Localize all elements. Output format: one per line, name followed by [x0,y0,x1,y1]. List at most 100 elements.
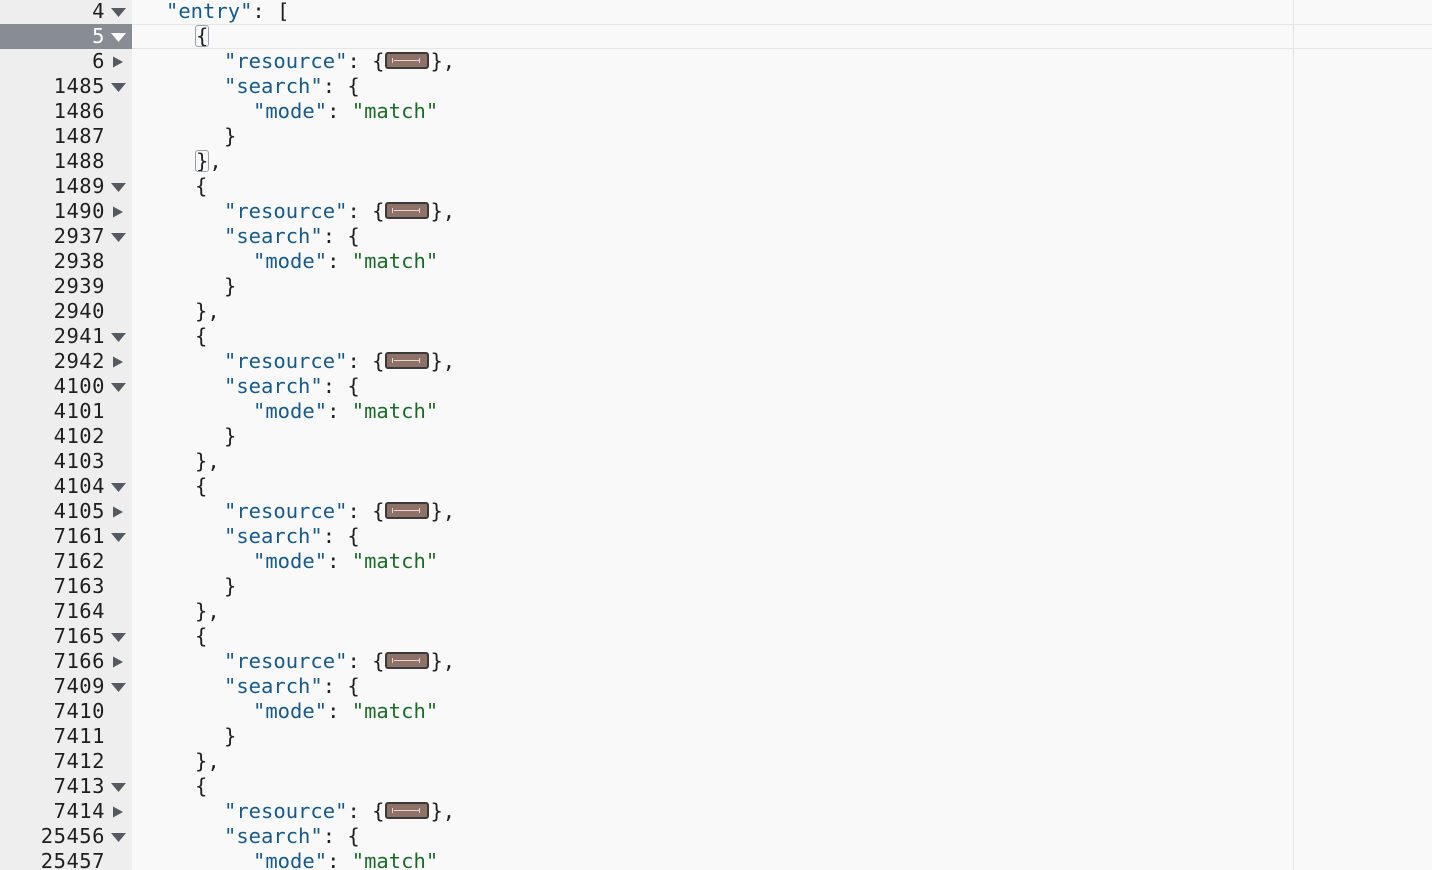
line-number-cell[interactable]: 7164 [0,599,132,624]
triangle-right-icon[interactable] [110,206,127,218]
code-line[interactable]: 7413 { [0,774,1432,799]
triangle-right-icon[interactable] [110,56,127,68]
line-number-cell[interactable]: 6 [0,49,132,74]
code-line[interactable]: 7411} [0,724,1432,749]
code-line[interactable]: 4101 "mode": "match" [0,399,1432,424]
ellipsis-badge-icon[interactable] [385,351,430,369]
line-number-cell[interactable]: 7161 [0,524,132,549]
line-number-cell[interactable]: 1488 [0,149,132,174]
code-line[interactable]: 7163} [0,574,1432,599]
line-number-cell[interactable]: 25456 [0,824,132,849]
code-editor[interactable]: 4 "entry": [5{6 "resource": {}, 1485 "search… [0,0,1432,870]
line-number-cell[interactable]: 4105 [0,499,132,524]
ellipsis-badge-icon[interactable] [385,501,430,519]
triangle-down-icon[interactable] [110,781,127,793]
code-line[interactable]: 1487} [0,124,1432,149]
code-line[interactable]: 7412}, [0,749,1432,774]
code-line[interactable]: 7166 "resource": {}, [0,649,1432,674]
line-number-cell[interactable]: 1487 [0,124,132,149]
triangle-down-icon[interactable] [110,681,127,693]
code-line[interactable]: 7414 "resource": {}, [0,799,1432,824]
code-line[interactable]: 2938 "mode": "match" [0,249,1432,274]
punctuation: }, [430,349,456,373]
line-number-cell[interactable]: 1485 [0,74,132,99]
code-line[interactable]: 7165 { [0,624,1432,649]
code-line[interactable]: 1490 "resource": {}, [0,199,1432,224]
line-number-cell[interactable]: 4 [0,0,132,24]
code-line[interactable]: 2942 "resource": {}, [0,349,1432,374]
line-number-cell[interactable]: 25457 [0,849,132,870]
code-line[interactable]: 1486 "mode": "match" [0,99,1432,124]
line-number-cell[interactable]: 7162 [0,549,132,574]
triangle-down-icon[interactable] [110,31,127,43]
line-number-cell[interactable]: 7411 [0,724,132,749]
line-number-cell[interactable]: 7413 [0,774,132,799]
ellipsis-badge-icon[interactable] [385,651,430,669]
ellipsis-badge-icon[interactable] [385,201,430,219]
triangle-right-icon[interactable] [110,806,127,818]
triangle-down-icon[interactable] [110,531,127,543]
triangle-right-icon[interactable] [110,656,127,668]
ellipsis-badge-icon[interactable] [385,801,430,819]
code-line[interactable]: 4 "entry": [ [0,0,1432,24]
line-number-cell[interactable]: 2940 [0,299,132,324]
code-line[interactable]: 1488}, [0,149,1432,174]
triangle-down-icon[interactable] [110,481,127,493]
code-text: "resource": {}, [224,499,456,523]
line-number-cell[interactable]: 4104 [0,474,132,499]
line-number-cell[interactable]: 7163 [0,574,132,599]
code-line[interactable]: 25457 "mode": "match" [0,849,1432,870]
line-number-cell[interactable]: 4103 [0,449,132,474]
line-number-cell[interactable]: 7412 [0,749,132,774]
code-line[interactable]: 6 "resource": {}, [0,49,1432,74]
triangle-down-icon[interactable] [110,331,127,343]
code-line[interactable]: 4102} [0,424,1432,449]
code-line[interactable]: 4104 { [0,474,1432,499]
line-number-cell[interactable]: 2941 [0,324,132,349]
code-line[interactable]: 2941 { [0,324,1432,349]
code-line[interactable]: 7410 "mode": "match" [0,699,1432,724]
code-line[interactable]: 4105 "resource": {}, [0,499,1432,524]
triangle-down-icon[interactable] [110,381,127,393]
line-number-cell[interactable]: 2937 [0,224,132,249]
triangle-down-icon[interactable] [110,831,127,843]
line-number-cell[interactable]: 7166 [0,649,132,674]
triangle-down-icon[interactable] [110,6,127,18]
triangle-right-icon[interactable] [110,506,127,518]
line-number-cell[interactable]: 2942 [0,349,132,374]
triangle-down-icon[interactable] [110,81,127,93]
code-line[interactable]: 2939} [0,274,1432,299]
line-number-cell[interactable]: 1490 [0,199,132,224]
line-number-cell[interactable]: 4102 [0,424,132,449]
code-line[interactable]: 4100 "search": { [0,374,1432,399]
code-line[interactable]: 5{ [0,24,1432,49]
line-number-cell[interactable]: 4100 [0,374,132,399]
line-number-cell[interactable]: 5 [0,24,132,49]
code-line[interactable]: 4103}, [0,449,1432,474]
code-text: }, [166,149,222,174]
line-number-cell[interactable]: 2939 [0,274,132,299]
code-line[interactable]: 2937 "search": { [0,224,1432,249]
code-line[interactable]: 25456 "search": { [0,824,1432,849]
code-line[interactable]: 7164}, [0,599,1432,624]
line-number-cell[interactable]: 7165 [0,624,132,649]
triangle-down-icon[interactable] [110,631,127,643]
line-number-cell[interactable]: 4101 [0,399,132,424]
code-line[interactable]: 7162 "mode": "match" [0,549,1432,574]
code-line[interactable]: 2940}, [0,299,1432,324]
line-number-cell[interactable]: 7409 [0,674,132,699]
code-line[interactable]: 1485 "search": { [0,74,1432,99]
code-line[interactable]: 7161 "search": { [0,524,1432,549]
json-key: search [236,674,311,698]
line-number-cell[interactable]: 7410 [0,699,132,724]
triangle-down-icon[interactable] [110,181,127,193]
code-line[interactable]: 1489 { [0,174,1432,199]
line-number-cell[interactable]: 7414 [0,799,132,824]
line-number-cell[interactable]: 2938 [0,249,132,274]
triangle-right-icon[interactable] [110,356,127,368]
code-line[interactable]: 7409 "search": { [0,674,1432,699]
triangle-down-icon[interactable] [110,231,127,243]
line-number-cell[interactable]: 1489 [0,174,132,199]
ellipsis-badge-icon[interactable] [385,51,430,69]
line-number-cell[interactable]: 1486 [0,99,132,124]
